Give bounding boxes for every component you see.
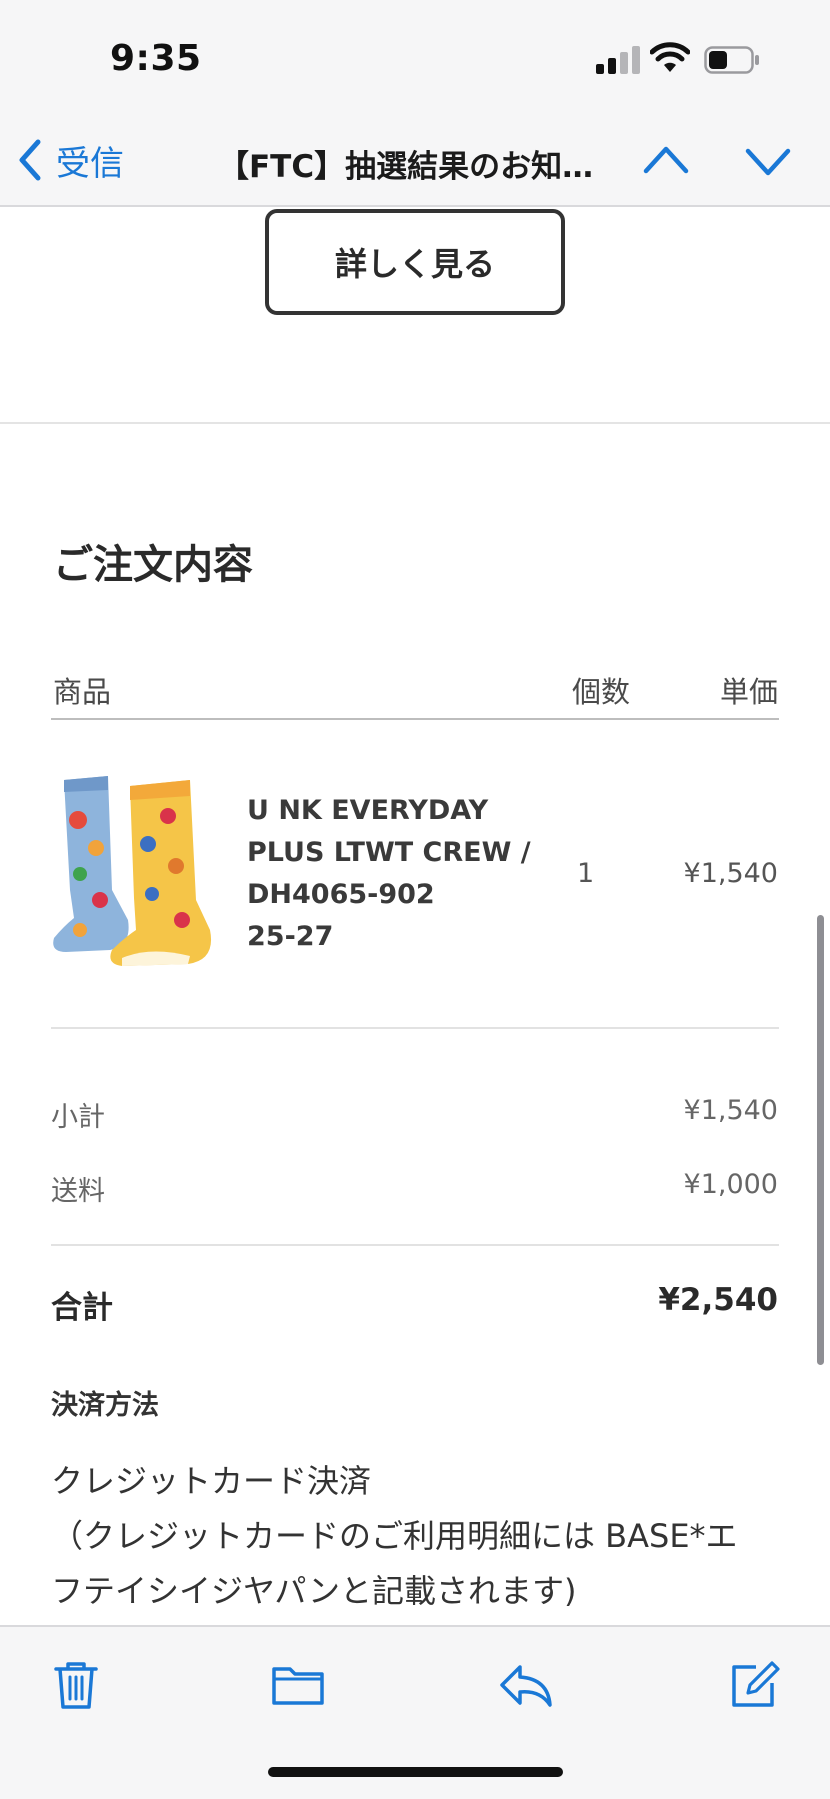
chevron-left-icon — [19, 139, 41, 181]
battery-icon — [704, 46, 759, 74]
product-unit-price: ¥1,540 — [683, 858, 778, 889]
product-name: U NK EVERYDAY PLUS LTWT CREW / DH4065-90… — [247, 790, 547, 958]
cellular-signal-icon — [596, 46, 640, 74]
scrollbar[interactable] — [817, 915, 824, 1365]
view-details-button[interactable]: 詳しく見る — [265, 209, 565, 315]
status-time: 9:35 — [110, 38, 202, 79]
trash-icon[interactable] — [48, 1657, 104, 1713]
total-value: ¥2,540 — [658, 1282, 778, 1318]
divider — [51, 1244, 779, 1246]
order-heading: ご注文内容 — [53, 542, 253, 588]
product-name-line: U NK EVERYDAY — [247, 795, 489, 826]
column-header-unit-price: 単価 — [719, 675, 778, 709]
column-header-quantity: 個数 — [572, 675, 631, 709]
subtotal-label: 小計 — [51, 1102, 105, 1133]
back-label: 受信 — [56, 143, 124, 184]
previous-message-up-icon[interactable] — [640, 135, 692, 187]
divider — [0, 422, 830, 424]
total-label: 合計 — [51, 1290, 113, 1326]
product-name-line: PLUS LTWT CREW / — [247, 837, 531, 868]
email-subject-title: 【FTC】抽選結果のお知らせ — [218, 149, 618, 185]
compose-icon[interactable] — [726, 1657, 782, 1713]
column-header-product: 商品 — [53, 675, 112, 709]
payment-line: （クレジットカードのご利用明細には BASE*エ — [51, 1517, 738, 1555]
email-body[interactable]: 詳しく見る ご注文内容 商品 個数 単価 U NK EVERYDAY PLUS … — [0, 207, 830, 1625]
folder-icon[interactable] — [270, 1657, 326, 1713]
next-message-down-icon[interactable] — [742, 135, 794, 187]
subtotal-value: ¥1,540 — [683, 1095, 778, 1126]
reply-icon[interactable] — [498, 1657, 554, 1713]
payment-method-heading: 決済方法 — [51, 1390, 159, 1421]
shipping-value: ¥1,000 — [683, 1169, 778, 1200]
payment-line: クレジットカード決済 — [51, 1462, 372, 1500]
home-indicator — [268, 1767, 563, 1777]
product-code: DH4065-902 — [247, 879, 435, 910]
divider — [51, 1027, 779, 1029]
product-size: 25-27 — [247, 921, 334, 952]
product-quantity: 1 — [577, 858, 595, 889]
payment-line: フテイシイジヤパンと記載されます) — [51, 1572, 577, 1610]
back-button[interactable]: 受信 — [16, 135, 124, 185]
payment-method-text: クレジットカード決済 （クレジットカードのご利用明細には BASE*エ フテイシ… — [51, 1454, 791, 1619]
wifi-icon — [650, 42, 690, 72]
status-bar: 9:35 — [0, 0, 830, 115]
nav-bar: 受信 【FTC】抽選結果のお知らせ — [0, 115, 830, 207]
product-image-socks — [53, 776, 212, 966]
divider — [51, 718, 779, 720]
shipping-label: 送料 — [51, 1176, 105, 1207]
